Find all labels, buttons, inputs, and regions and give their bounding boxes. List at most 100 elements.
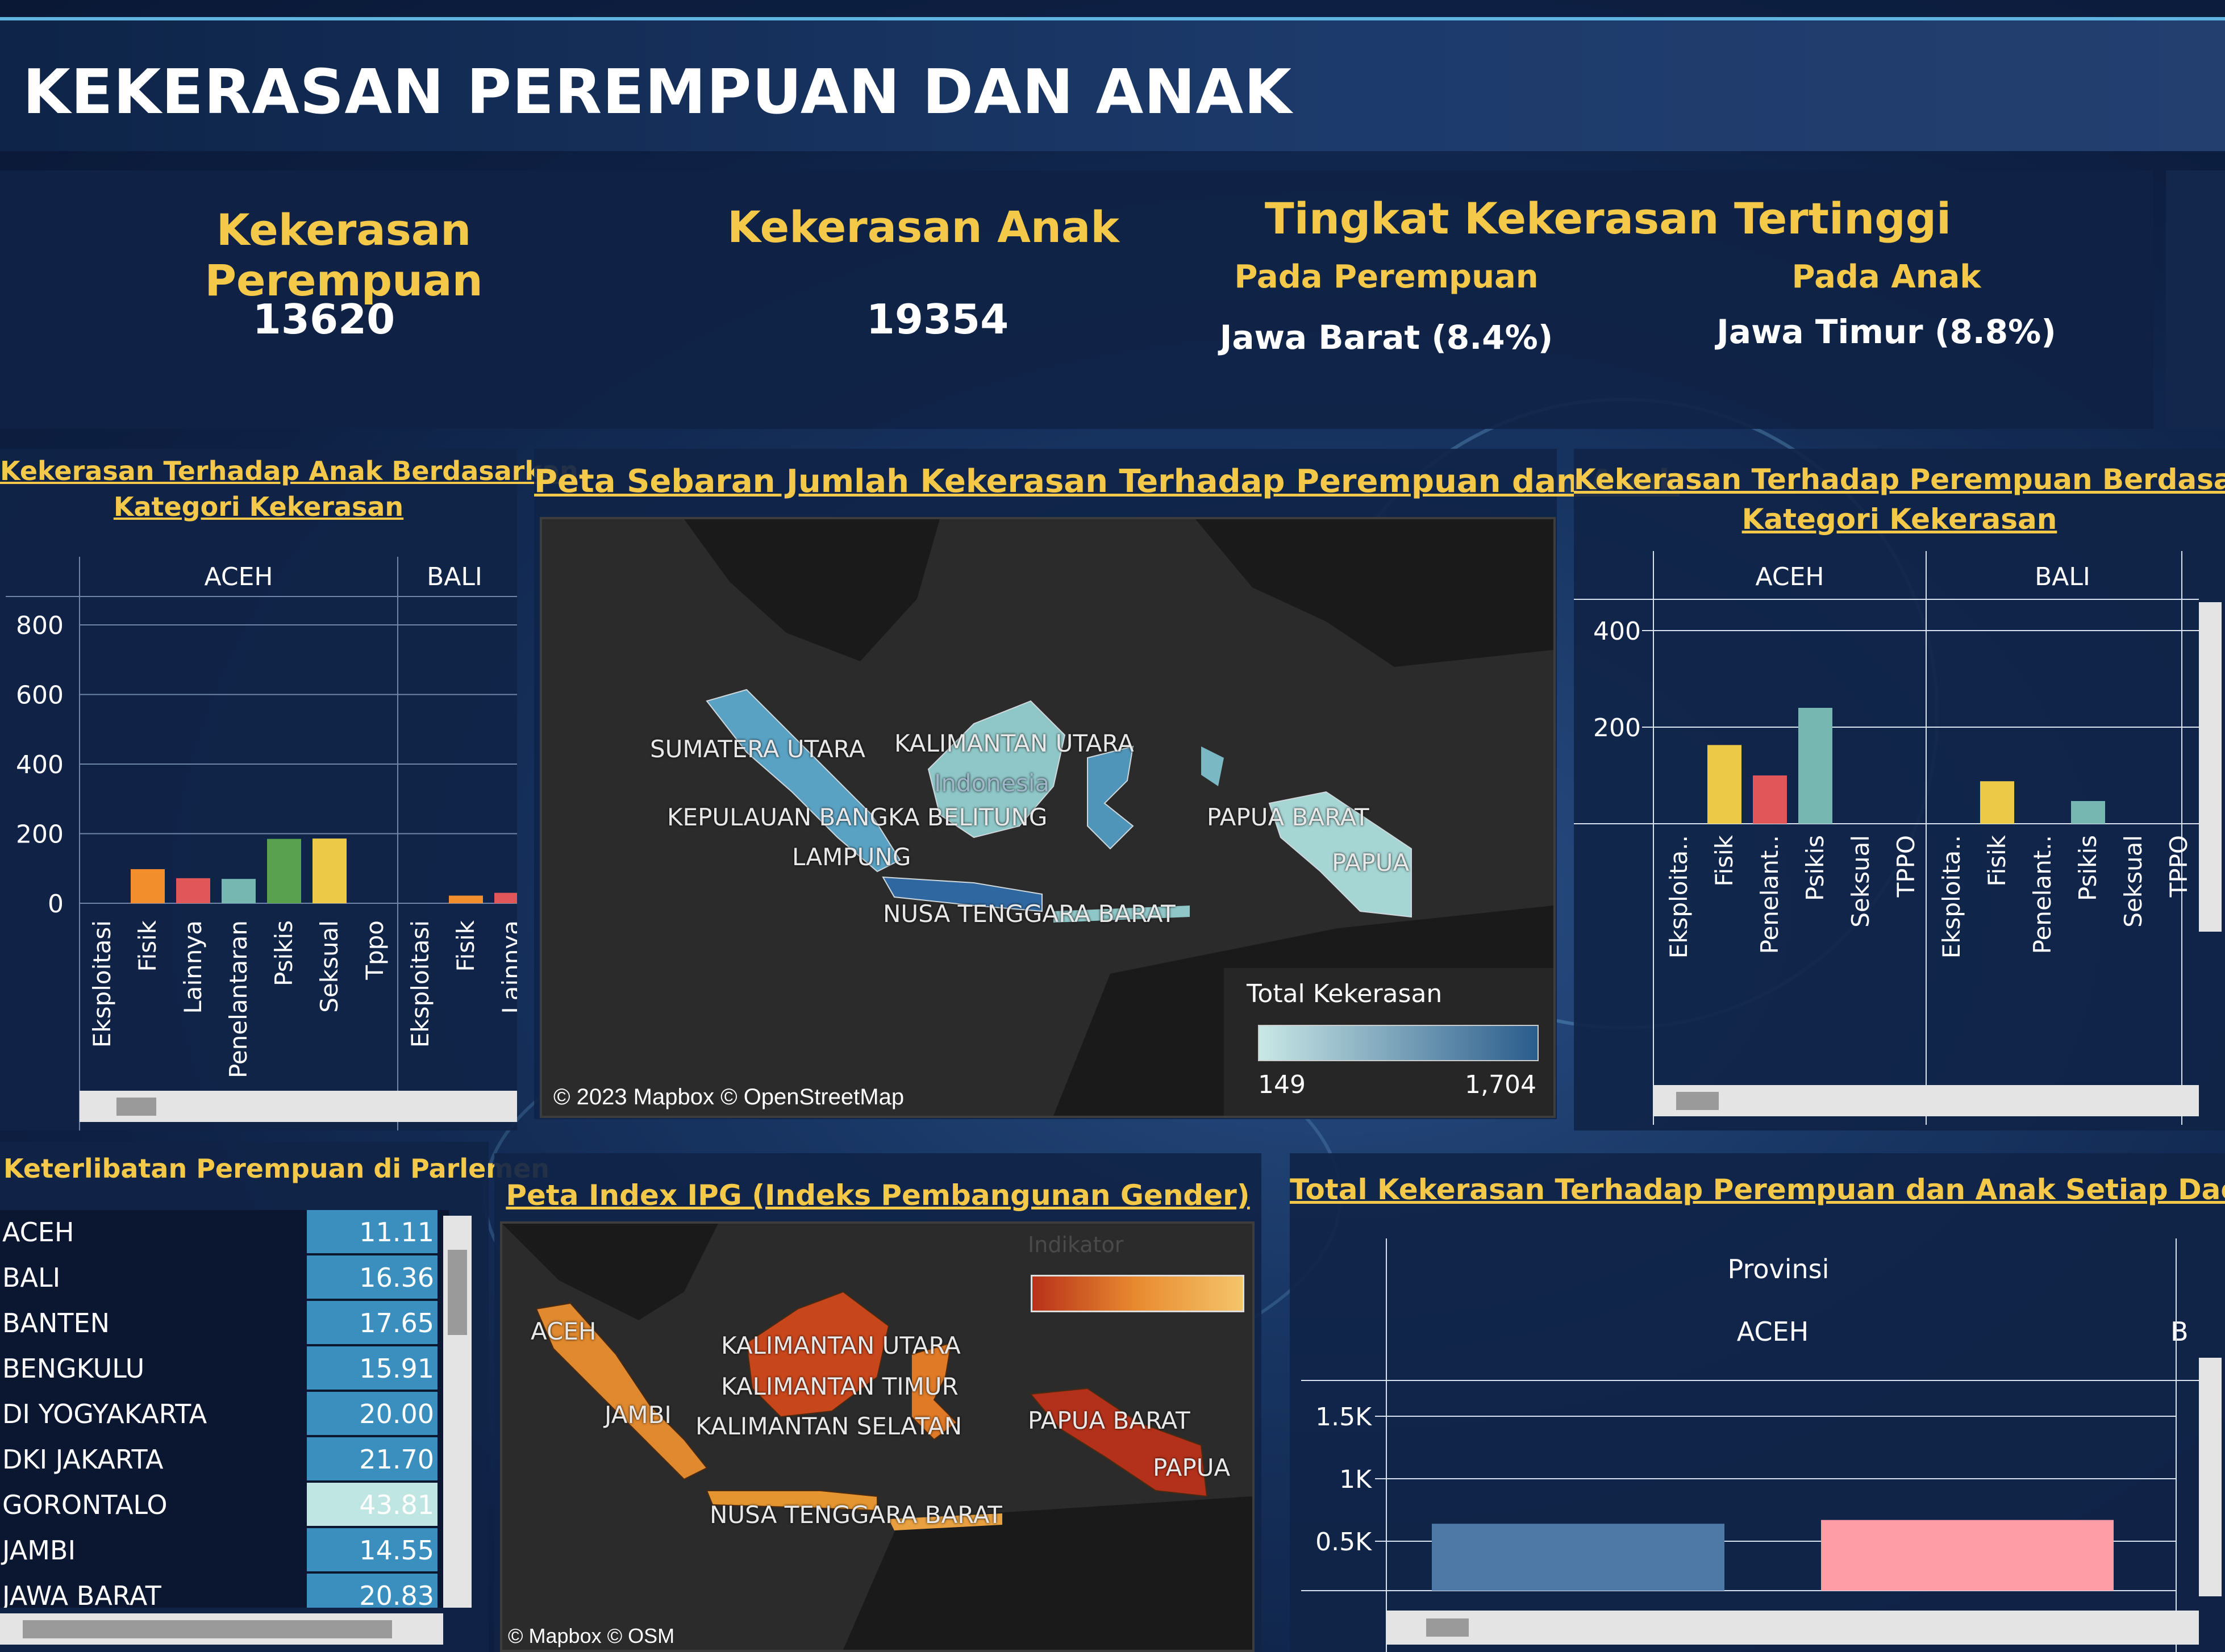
women-chart-title-line1: Kekerasan Terhadap Perempuan Berdasarkan (1574, 463, 2225, 496)
table-row[interactable]: DKI JAKARTA 21.70 (0, 1437, 449, 1482)
row-province-name: DI YOGYAKARTA (2, 1399, 207, 1429)
total-chart-title: Total Kekerasan Terhadap Perempuan dan A… (1290, 1173, 2225, 1206)
table-row[interactable]: ACEH 11.11 (0, 1210, 449, 1255)
women-chart-x-label: Psikis (2074, 835, 2102, 901)
row-value: 15.91 (359, 1353, 434, 1384)
total-chart-header: Provinsi (1728, 1254, 1830, 1284)
women-chart-x-label: Eksploita.. (1938, 835, 1965, 958)
row-value: 17.65 (359, 1308, 434, 1338)
map2-legend-gradient (1031, 1275, 1244, 1312)
child-chart-x-label: Eksploitasi (406, 920, 434, 1048)
map1-label: Indonesia (934, 769, 1050, 797)
child-chart-y-tick: 0 (48, 890, 64, 919)
row-value: 11.11 (359, 1217, 434, 1248)
total-chart-v-scrollbar[interactable] (2199, 1358, 2222, 1596)
table-row[interactable]: BANTEN 17.65 (0, 1301, 449, 1346)
child-chart-title-line1: Kekerasan Terhadap Anak Berdasarkan (0, 456, 578, 486)
row-value-cell: 20.83 (307, 1574, 438, 1608)
women-chart-scroll-thumb[interactable] (1676, 1092, 1719, 1110)
row-province-name: BANTEN (2, 1308, 110, 1338)
women-chart-x-label: Psikis (1801, 835, 1829, 901)
child-chart-y-tick: 200 (16, 820, 64, 849)
table-row[interactable]: GORONTALO 43.81 (0, 1483, 449, 1528)
kpi-child-label: Kekerasan Anak (727, 202, 1119, 252)
map1-label: SUMATERA UTARA (650, 735, 865, 763)
parliament-v-scrollbar[interactable] (443, 1216, 472, 1608)
table-row[interactable]: BENGKULU 15.91 (0, 1346, 449, 1391)
women-chart-x-label: Seksual (2119, 835, 2147, 928)
map-distribution-panel: Peta Sebaran Jumlah Kekerasan Terhadap P… (534, 449, 1680, 1119)
child-chart-scroll-thumb[interactable] (116, 1098, 156, 1116)
women-chart-x-label: Seksual (1847, 835, 1874, 928)
map2-label: PAPUA (1153, 1454, 1231, 1482)
child-chart-svg: 800 600 400 200 0 ACEH BALI Eksploitasi Fisik Lai… (6, 557, 517, 1130)
parliament-title: Keterlibatan Perempuan di Parlemen (3, 1153, 550, 1184)
row-province-name: DKI JAKARTA (2, 1444, 164, 1475)
women-chart-v-scrollbar[interactable] (2199, 602, 2222, 932)
child-chart-bar (176, 878, 210, 903)
kpi-highest-women-value: Jawa Barat (8.4%) (1219, 318, 1553, 357)
table-row[interactable]: DI YOGYAKARTA 20.00 (0, 1392, 449, 1437)
child-chart-title-line2: Kategori Kekerasan (113, 491, 404, 522)
total-chart-y-tick: 1.5K (1315, 1403, 1372, 1432)
parliament-h-scroll-thumb[interactable] (23, 1620, 392, 1638)
women-chart-bar (1798, 708, 1832, 824)
total-chart-h-scrollbar[interactable] (1386, 1611, 2199, 1645)
map2-label: PAPUA BARAT (1028, 1407, 1190, 1434)
map1-label: PAPUA BARAT (1207, 803, 1369, 831)
total-chart-scroll-thumb[interactable] (1426, 1618, 1469, 1637)
map2-title: Peta Index IPG (Indeks Pembangunan Gende… (506, 1179, 1250, 1212)
kpi-highest-child-value: Jawa Timur (8.8%) (1716, 312, 2056, 351)
map2-label: KALIMANTAN TIMUR (721, 1373, 959, 1400)
row-value-cell: 11.11 (307, 1210, 438, 1253)
map1-attribution[interactable]: © 2023 Mapbox © OpenStreetMap (553, 1084, 904, 1110)
row-value: 20.83 (359, 1580, 434, 1608)
child-chart-bar (494, 892, 517, 903)
women-chart-y-tick: 400 (1593, 617, 1641, 646)
map2-label: NUSA TENGGARA BARAT (710, 1501, 1002, 1529)
map1-canvas[interactable]: SUMATERA UTARA KALIMANTAN UTARA Indonesi… (540, 517, 1556, 1118)
women-chart-bar (2071, 801, 2105, 824)
parliament-panel: Keterlibatan Perempuan di Parlemen ACEH 1… (0, 1142, 549, 1652)
women-chart-x-label: Penelant.. (1756, 835, 1784, 954)
child-chart-x-label: Lainnya (497, 920, 517, 1014)
kpi-highest-label: Tingkat Kekerasan Tertinggi (1264, 193, 1952, 244)
map2-canvas[interactable]: Indikator ACEH KALIMANTAN UTARA KALIMANT… (500, 1221, 1255, 1652)
map2-label: Indikator (1028, 1232, 1124, 1257)
total-violence-panel: Total Kekerasan Terhadap Perempuan dan A… (1290, 1153, 2225, 1652)
row-value-cell: 17.65 (307, 1301, 438, 1344)
women-chart-x-label: Penelant.. (2028, 835, 2056, 954)
row-value: 14.55 (359, 1535, 434, 1566)
child-chart-x-label: Seksual (315, 920, 343, 1013)
total-chart-bar (1432, 1524, 1724, 1591)
child-chart-y-tick: 800 (16, 611, 64, 640)
parliament-table: ACEH 11.11 BALI 16.36 BANTEN 17.65 BENGKULU 15.… (0, 1210, 449, 1608)
map1-label: LAMPUNG (792, 843, 911, 871)
row-value: 43.81 (359, 1490, 434, 1520)
kpi-child-value: 19354 (866, 295, 1009, 343)
map2-attribution[interactable]: © Mapbox © OSM (508, 1624, 674, 1648)
women-chart-h-scrollbar[interactable] (1653, 1085, 2199, 1116)
table-row[interactable]: JAWA BARAT 20.83 (0, 1574, 449, 1608)
women-chart-facet-label: ACEH (1756, 562, 1824, 591)
kpi-highest-child-label: Pada Anak (1791, 258, 1981, 295)
parliament-h-scrollbar[interactable] (0, 1613, 443, 1645)
row-value: 16.36 (359, 1262, 434, 1293)
map1-legend-gradient (1258, 1025, 1539, 1061)
table-row[interactable]: BALI 16.36 (0, 1255, 449, 1300)
child-chart-bar (312, 838, 347, 903)
map2-label: JAMBI (605, 1401, 672, 1429)
child-chart-h-scrollbar[interactable] (80, 1091, 517, 1122)
parliament-v-scroll-thumb[interactable] (448, 1250, 467, 1335)
dashboard: KEKERASAN PEREMPUAN DAN ANAK Kekerasan P… (0, 0, 2225, 1652)
child-chart-x-label: Fisik (452, 920, 480, 971)
child-chart-bar (267, 838, 301, 903)
table-row[interactable]: JAMBI 14.55 (0, 1528, 449, 1573)
women-chart-svg: 400 200 ACEH BALI Eksploita.. Fisik Penelant..… (1574, 551, 2199, 1125)
women-chart-bar (1980, 781, 2014, 824)
child-chart-bar (131, 869, 165, 903)
women-violence-panel: Kekerasan Terhadap Perempuan Berdasarkan… (1574, 449, 2225, 1130)
women-chart-x-label: TPPO (1892, 835, 1920, 898)
row-value-cell: 15.91 (307, 1346, 438, 1390)
map1-legend: Total Kekerasan 149 1,704 (1224, 968, 1553, 1116)
